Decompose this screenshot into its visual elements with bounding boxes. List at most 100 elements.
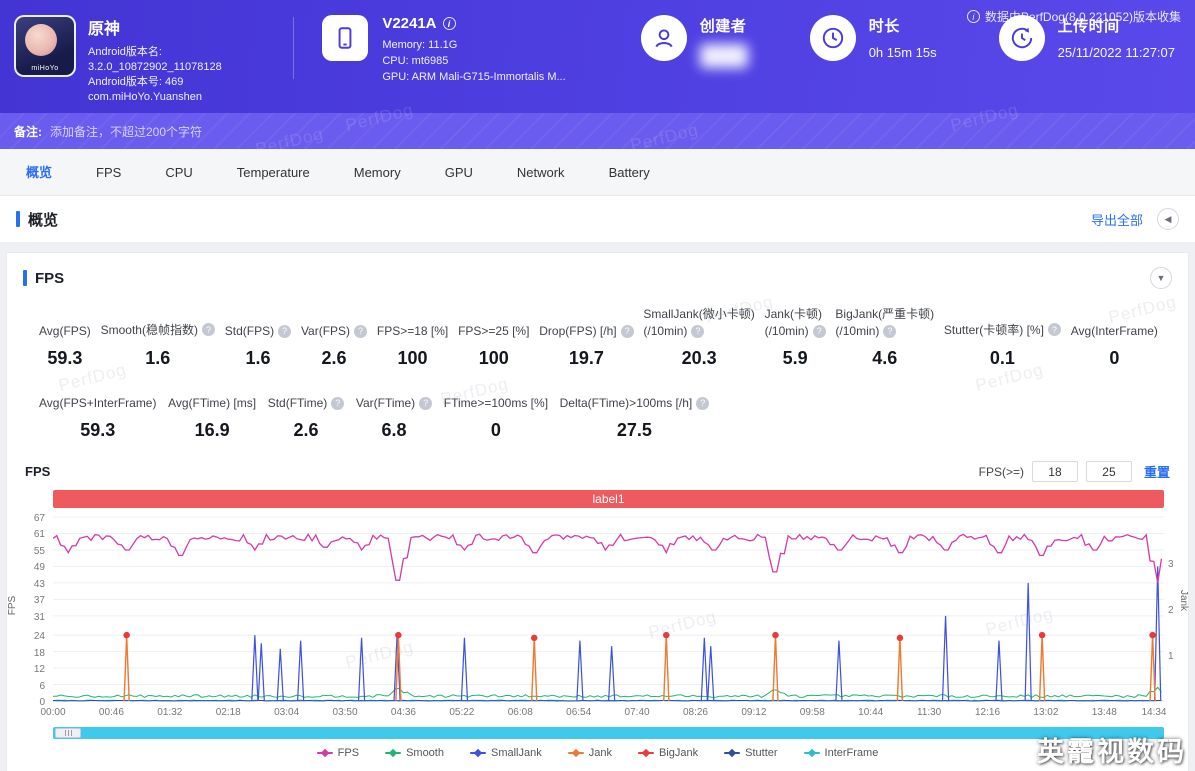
help-icon[interactable]: ?: [419, 396, 433, 410]
tab-Temperature[interactable]: Temperature: [215, 149, 332, 195]
chart-scrollbar-track[interactable]: [53, 727, 1164, 739]
fps-threshold-input-2[interactable]: [1085, 461, 1132, 482]
stat-item: Std(FTime)? 2.6: [268, 383, 345, 441]
stat-value: 59.3: [80, 420, 116, 440]
help-icon[interactable]: ?: [883, 324, 897, 338]
note-bar[interactable]: 备注: 添加备注，不超过200个字符: [0, 113, 1195, 149]
legend-item-BigJank[interactable]: BigJank: [637, 747, 698, 759]
tab-GPU[interactable]: GPU: [423, 149, 495, 195]
stat-label: Drop(FPS) [/h]?: [539, 324, 634, 338]
x-tick-label: 08:26: [682, 707, 708, 718]
stat-item: SmallJank(微小卡顿) (/10min)? 20.3: [643, 305, 754, 369]
tab-Memory[interactable]: Memory: [332, 149, 423, 195]
chart-label1-band[interactable]: label1: [53, 490, 1164, 508]
stat-value: 100: [397, 348, 428, 368]
y-tick-label: 37: [33, 595, 45, 607]
stat-label: BigJank(严重卡顿): [835, 307, 935, 321]
legend-item-Jank[interactable]: Jank: [567, 747, 612, 759]
help-icon[interactable]: ?: [331, 396, 345, 410]
fps-chart-plot[interactable]: [53, 513, 1164, 705]
stat-label: Var(FPS)?: [301, 324, 368, 338]
x-tick-label: 09:12: [741, 707, 767, 718]
stat-item: FPS>=25 [%] 100: [458, 305, 529, 369]
right-tick-label: 3: [1168, 559, 1174, 570]
x-tick-label: 06:54: [566, 707, 592, 718]
legend-item-FPS[interactable]: FPS: [316, 747, 359, 759]
y-tick-label: 6: [39, 680, 45, 692]
tab-CPU[interactable]: CPU: [143, 149, 214, 195]
stat-item: FPS>=18 [%] 100: [377, 305, 448, 369]
tab-Battery[interactable]: Battery: [587, 149, 672, 195]
help-icon[interactable]: ?: [278, 324, 292, 338]
legend-item-Smooth[interactable]: Smooth: [385, 747, 444, 759]
device-memory: Memory: 11.1G: [382, 39, 458, 51]
stat-label-sub: (/10min)?: [835, 324, 934, 338]
stat-value: 2.6: [293, 420, 319, 440]
stat-label: Avg(FPS): [39, 324, 91, 338]
stat-label: Delta(FTime)>100ms [/h]?: [560, 396, 710, 410]
duration-value: 0h 15m 15s: [868, 45, 937, 60]
chart-canvas[interactable]: [53, 513, 1164, 705]
y-tick-label: 55: [33, 545, 45, 557]
stat-item: Avg(FTime) [ms] 16.9: [168, 383, 256, 441]
chart-scrollbar-handle[interactable]: [55, 728, 81, 738]
legend-item-SmallJank[interactable]: SmallJank: [469, 747, 542, 759]
y-tick-label: 43: [33, 578, 45, 590]
x-tick-label: 06:08: [507, 707, 533, 718]
collapse-left-button[interactable]: ◀: [1157, 208, 1179, 230]
help-icon[interactable]: ?: [696, 396, 710, 410]
stat-value: 6.8: [381, 420, 407, 440]
help-icon[interactable]: ?: [1047, 323, 1061, 336]
x-tick-label: 14:34: [1141, 707, 1167, 718]
legend-item-InterFrame[interactable]: InterFrame: [803, 747, 878, 759]
game-version-label: Android版本名:: [88, 46, 162, 58]
stat-label: Jank(卡顿): [764, 307, 822, 321]
x-tick-label: 07:40: [624, 707, 650, 718]
right-tick-label: 2: [1168, 605, 1174, 616]
stat-value: 0: [490, 420, 501, 440]
phone-icon: [322, 15, 369, 61]
stat-item: Delta(FTime)>100ms [/h]? 27.5: [560, 383, 710, 441]
stat-value: 0.1: [989, 348, 1015, 368]
y-axis-left: FPS 0 6 12 18 24 31 37 43 49 55 61 67: [7, 490, 53, 721]
stat-value: 1.6: [245, 348, 271, 368]
collector-note: i 数据由PerfDog(8.0.221052)版本收集: [966, 8, 1181, 25]
tab-概览[interactable]: 概览: [4, 149, 74, 195]
overview-bar: 概览 导出全部 ◀: [0, 196, 1195, 242]
help-icon[interactable]: ?: [201, 323, 215, 336]
creator-block: 创建者: [640, 15, 748, 68]
tab-FPS[interactable]: FPS: [74, 149, 143, 195]
y-tick-label: 67: [33, 513, 45, 524]
stat-label: Avg(FTime) [ms]: [168, 396, 257, 410]
device-model: V2241A: [382, 15, 437, 32]
y-tick-label: 18: [33, 647, 45, 659]
help-icon[interactable]: ?: [354, 324, 368, 338]
stat-label: Avg(FPS+InterFrame): [39, 396, 157, 410]
note-placeholder[interactable]: 添加备注，不超过200个字符: [50, 123, 202, 140]
stat-item: Std(FPS)? 1.6: [225, 305, 292, 369]
creator-label: 创建者: [699, 18, 747, 35]
help-icon[interactable]: ?: [620, 324, 634, 338]
stat-value: 2.6: [321, 348, 347, 368]
x-tick-label: 13:48: [1091, 707, 1117, 718]
chart-title: FPS: [25, 464, 51, 479]
y-tick-label: 12: [33, 664, 45, 676]
export-all-link[interactable]: 导出全部: [1091, 210, 1143, 229]
reset-link[interactable]: 重置: [1144, 462, 1170, 481]
stat-value: 59.3: [47, 348, 83, 368]
game-block: miHoYo 原神 Android版本名: 3.2.0_10872902_110…: [14, 15, 293, 105]
fps-threshold-input-1[interactable]: [1031, 461, 1078, 482]
x-tick-label: 00:46: [98, 707, 124, 718]
game-icon: miHoYo: [14, 15, 76, 77]
stat-label: FPS>=18 [%]: [376, 324, 449, 338]
device-info-icon[interactable]: i: [442, 17, 456, 30]
collapse-down-button[interactable]: ▼: [1150, 267, 1172, 289]
help-icon[interactable]: ?: [691, 324, 705, 338]
stat-item: Var(FTime)? 6.8: [356, 383, 433, 441]
x-tick-label: 12:16: [974, 707, 1001, 718]
x-axis-labels: 00:00 00:46 01:32 02:18 03:04 03:50 04:36 05:22…: [40, 705, 1167, 721]
tab-Network[interactable]: Network: [495, 149, 587, 195]
device-gpu: GPU: ARM Mali-G715-Immortalis M...: [382, 71, 566, 83]
legend-item-Stutter[interactable]: Stutter: [724, 747, 778, 759]
help-icon[interactable]: ?: [812, 324, 826, 338]
